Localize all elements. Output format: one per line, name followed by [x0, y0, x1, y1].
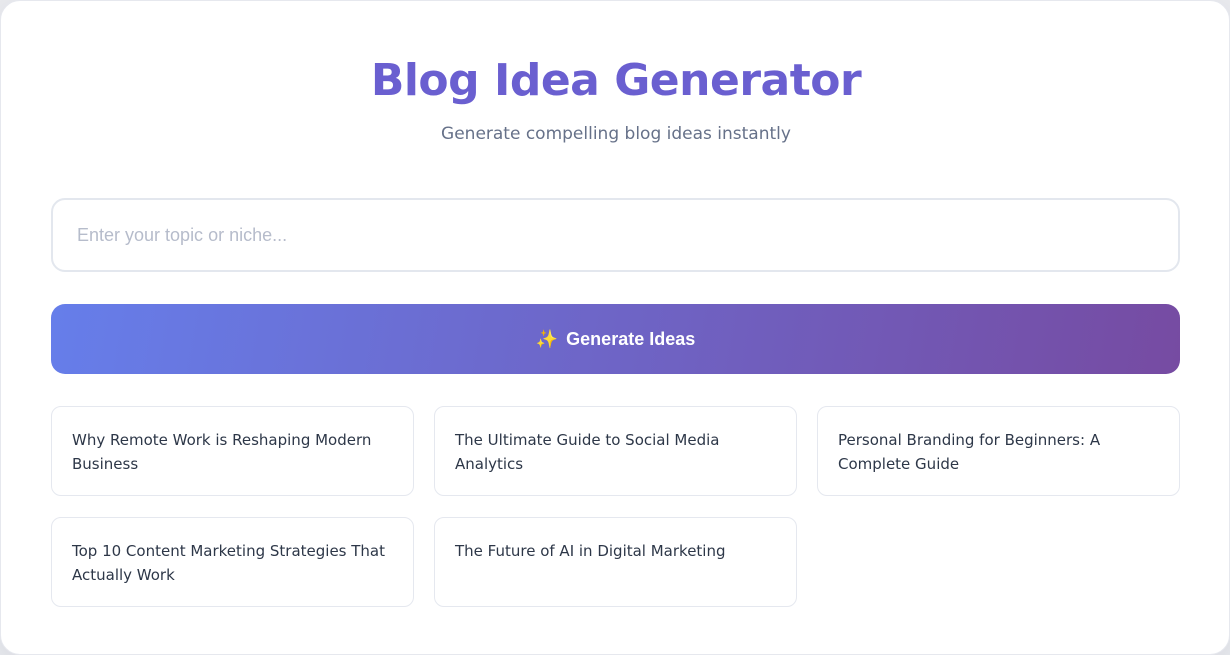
idea-card[interactable]: Why Remote Work is Reshaping Modern Busi… [51, 406, 414, 496]
idea-card[interactable]: Top 10 Content Marketing Strategies That… [51, 517, 414, 607]
main-card: Blog Idea Generator Generate compelling … [0, 0, 1230, 655]
idea-title: Why Remote Work is Reshaping Modern Busi… [72, 431, 372, 473]
idea-title: Top 10 Content Marketing Strategies That… [72, 542, 386, 584]
ideas-grid: Why Remote Work is Reshaping Modern Busi… [51, 406, 1180, 607]
idea-title: The Ultimate Guide to Social Media Analy… [455, 431, 720, 473]
idea-title: The Future of AI in Digital Marketing [455, 542, 726, 560]
page-subtitle: Generate compelling blog ideas instantly [441, 124, 791, 144]
generate-ideas-label: Generate Ideas [566, 328, 696, 349]
idea-card[interactable]: The Future of AI in Digital Marketing [434, 517, 797, 607]
page-title: Blog Idea Generator [370, 55, 862, 106]
idea-card[interactable]: The Ultimate Guide to Social Media Analy… [434, 406, 797, 496]
idea-card[interactable]: Personal Branding for Beginners: A Compl… [817, 406, 1180, 496]
sparkles-icon: ✨ [535, 329, 559, 349]
topic-input[interactable] [51, 198, 1180, 272]
generate-ideas-button[interactable]: ✨ Generate Ideas [51, 304, 1180, 374]
idea-title: Personal Branding for Beginners: A Compl… [838, 431, 1101, 473]
